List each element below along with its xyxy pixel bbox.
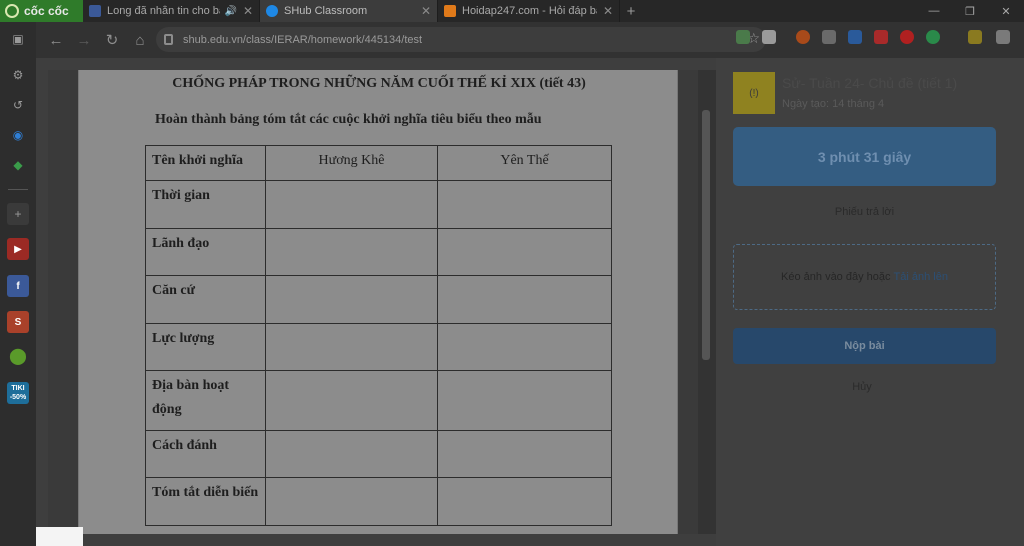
table-cell bbox=[437, 323, 612, 371]
worksheet-instruction: Hoàn thành bảng tóm tắt các cuộc khởi ng… bbox=[155, 112, 542, 127]
table-cell bbox=[265, 323, 438, 371]
extension-shield-icon[interactable] bbox=[736, 30, 750, 44]
tab-hoidap[interactable]: Hoidap247.com - Hỏi đáp bài ✕ bbox=[438, 0, 620, 22]
download-icon[interactable] bbox=[762, 30, 776, 44]
close-window-icon[interactable]: ✕ bbox=[988, 0, 1024, 22]
image-dropzone[interactable]: Kéo ảnh vào đây hoặc Tải ảnh lên bbox=[733, 244, 996, 310]
upload-image-link[interactable]: Tải ảnh lên bbox=[894, 271, 948, 283]
shopee-icon[interactable]: S bbox=[7, 311, 29, 333]
table-cell bbox=[437, 228, 612, 276]
assignment-title: Sử- Tuần 24- Chủ đề (tiết 1) bbox=[782, 75, 958, 91]
extension-shield-blue-icon[interactable] bbox=[848, 30, 862, 44]
facebook-icon bbox=[89, 5, 101, 17]
table-cell bbox=[265, 228, 438, 276]
column-header: Tên khởi nghĩa bbox=[145, 145, 266, 181]
url-text: shub.edu.vn/class/IERAR/homework/445134/… bbox=[183, 33, 423, 46]
youtube-icon[interactable]: ▶ bbox=[7, 238, 29, 260]
row-label: Lực lượng bbox=[145, 323, 266, 371]
table-cell bbox=[265, 430, 438, 478]
row-label: Tóm tắt diễn biến bbox=[145, 477, 266, 526]
assignment-panel: (!) Sử- Tuần 24- Chủ đề (tiết 1) Ngày tạ… bbox=[716, 58, 1024, 546]
overlay-patch bbox=[36, 527, 83, 546]
home-icon[interactable]: ⌂ bbox=[126, 26, 154, 54]
uprising-table: Tên khởi nghĩa Hương Khê Yên Thế Thời gi… bbox=[145, 145, 612, 526]
assignment-thumbnail: (!) bbox=[733, 72, 775, 114]
worksheet-viewer[interactable]: CHỐNG PHÁP TRONG NHỮNG NĂM CUỐI THẾ KỈ X… bbox=[48, 70, 716, 534]
worksheet-page: CHỐNG PHÁP TRONG NHỮNG NĂM CUỐI THẾ KỈ X… bbox=[78, 70, 678, 534]
tab-label: SHub Classroom bbox=[284, 5, 368, 17]
answer-sheet-label: Phiếu trả lời bbox=[834, 206, 895, 218]
cancel-button[interactable]: Hủy bbox=[716, 381, 1008, 393]
minimize-icon[interactable]: — bbox=[916, 0, 952, 22]
coccoc-map-icon[interactable]: ⬤ bbox=[7, 345, 29, 367]
row-label: Thời gian bbox=[145, 180, 266, 229]
scrollbar-thumb[interactable] bbox=[702, 110, 710, 360]
shub-icon bbox=[266, 5, 278, 17]
tab-label: Long đã nhắn tin cho bạn bbox=[107, 5, 221, 17]
reload-icon[interactable]: ↻ bbox=[98, 26, 126, 54]
table-cell bbox=[437, 477, 612, 526]
restore-icon[interactable]: ❐ bbox=[952, 0, 988, 22]
tiki-icon[interactable]: TIKI -50% bbox=[7, 382, 29, 404]
browser-brand[interactable]: cốc cốc bbox=[0, 0, 83, 22]
table-cell bbox=[437, 275, 612, 324]
back-icon[interactable]: ← bbox=[42, 26, 70, 54]
history-icon[interactable]: ↺ bbox=[7, 94, 29, 116]
row-label: Địa bàn hoạt động bbox=[145, 370, 266, 431]
extension-f-icon[interactable] bbox=[822, 30, 836, 44]
row-label: Căn cứ bbox=[145, 275, 266, 324]
extension-fox-icon[interactable] bbox=[968, 30, 982, 44]
window-controls: — ❐ ✕ bbox=[916, 0, 1024, 22]
worksheet-heading: CHỐNG PHÁP TRONG NHỮNG NĂM CUỐI THẾ KỈ X… bbox=[172, 76, 586, 91]
extension-orange-icon[interactable] bbox=[796, 30, 810, 44]
table-cell bbox=[437, 370, 612, 431]
speaker-icon[interactable]: 🔊 bbox=[224, 6, 236, 17]
hoidap-icon bbox=[444, 5, 456, 17]
forward-icon[interactable]: → bbox=[70, 26, 98, 54]
assignment-created-date: Ngày tạo: 14 tháng 4 bbox=[782, 98, 885, 110]
browser-toolbar: ← → ↻ ⌂ shub.edu.vn/class/IERAR/homework… bbox=[36, 22, 1024, 58]
close-tab-icon[interactable]: ✕ bbox=[243, 4, 253, 18]
sidebar-toggle-icon[interactable]: ▣ bbox=[7, 28, 29, 50]
add-icon[interactable]: + bbox=[7, 203, 29, 225]
address-bar[interactable]: shub.edu.vn/class/IERAR/homework/445134/… bbox=[156, 27, 766, 52]
table-cell bbox=[437, 430, 612, 478]
tab-facebook[interactable]: Long đã nhắn tin cho bạn 🔊 ✕ bbox=[83, 0, 260, 22]
close-tab-icon[interactable]: ✕ bbox=[603, 4, 613, 18]
download-manager-icon[interactable] bbox=[996, 30, 1010, 44]
column-header: Hương Khê bbox=[265, 145, 438, 181]
column-header: Yên Thế bbox=[437, 145, 612, 181]
page-content: CHỐNG PHÁP TRONG NHỮNG NĂM CUỐI THẾ KỈ X… bbox=[36, 58, 1024, 546]
tab-shub[interactable]: SHub Classroom ✕ bbox=[260, 0, 438, 22]
lock-icon bbox=[164, 34, 173, 45]
table-cell bbox=[265, 180, 438, 229]
extension-green-icon[interactable] bbox=[926, 30, 940, 44]
sidebar-divider bbox=[8, 189, 28, 190]
coccoc-logo-icon bbox=[5, 4, 19, 18]
browser-sidebar: ▣ ⚙ ↺ ◉ ◆ + ▶ f S ⬤ TIKI -50% bbox=[0, 22, 36, 546]
countdown-timer: 3 phút 31 giây bbox=[733, 127, 996, 186]
row-label: Lãnh đạo bbox=[145, 228, 266, 276]
table-cell bbox=[437, 180, 612, 229]
table-cell bbox=[265, 370, 438, 431]
tab-strip: cốc cốc Long đã nhắn tin cho bạn 🔊 ✕ SHu… bbox=[0, 0, 1024, 22]
new-tab-button[interactable]: + bbox=[620, 0, 642, 22]
viewer-scrollbar[interactable] bbox=[698, 70, 716, 534]
extension-adblock-icon[interactable] bbox=[900, 30, 914, 44]
tab-label: Hoidap247.com - Hỏi đáp bài bbox=[462, 5, 597, 17]
dropzone-text: Kéo ảnh vào đây hoặc bbox=[781, 271, 891, 283]
facebook-sidebar-icon[interactable]: f bbox=[7, 275, 29, 297]
close-tab-icon[interactable]: ✕ bbox=[421, 4, 431, 18]
brand-label: cốc cốc bbox=[24, 4, 69, 18]
messenger-icon[interactable]: ◉ bbox=[7, 124, 29, 146]
table-cell bbox=[265, 477, 438, 526]
settings-icon[interactable]: ⚙ bbox=[7, 64, 29, 86]
table-cell bbox=[265, 275, 438, 324]
submit-button[interactable]: Nộp bài bbox=[733, 328, 996, 364]
row-label: Cách đánh bbox=[145, 430, 266, 478]
extension-red-icon[interactable] bbox=[874, 30, 888, 44]
game-icon[interactable]: ◆ bbox=[7, 154, 29, 176]
